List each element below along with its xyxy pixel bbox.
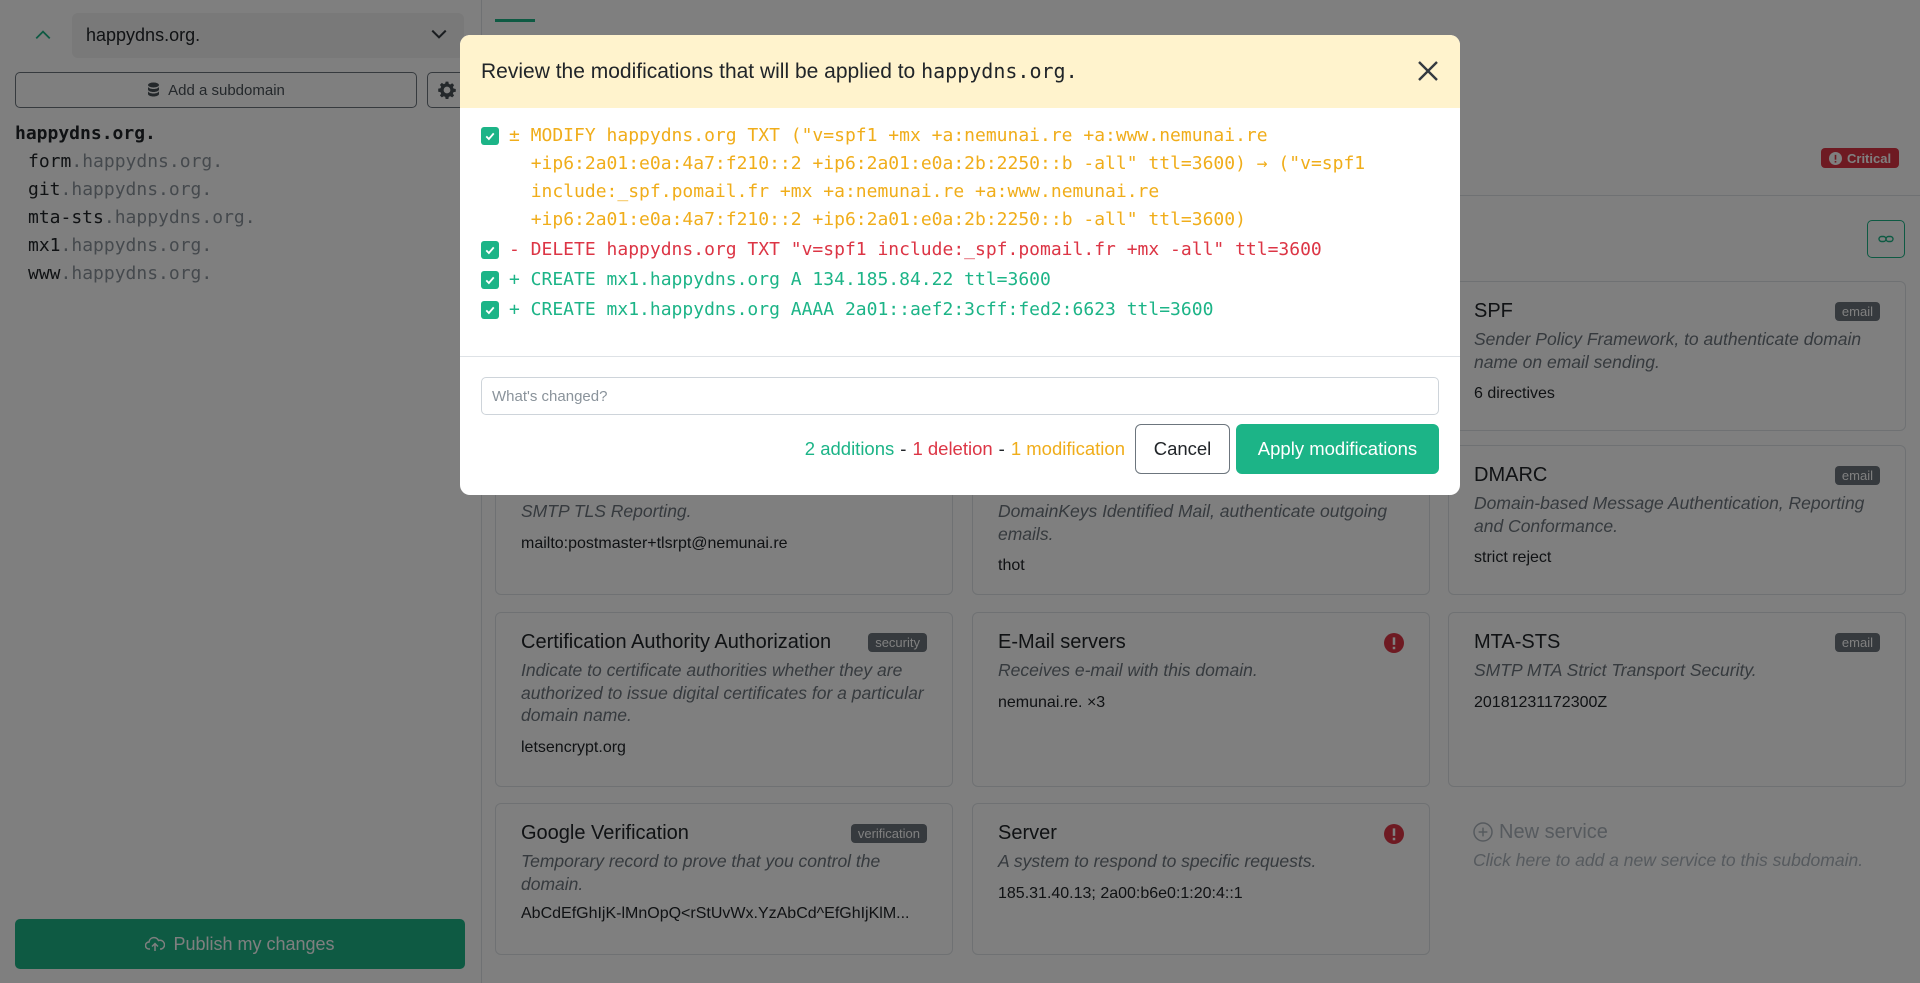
change-checkbox[interactable]	[481, 241, 499, 259]
modifications-count: 1 modification	[1010, 438, 1125, 459]
change-text: ± MODIFY happydns.org TXT ("v=spf1 +mx +…	[509, 125, 1366, 230]
change-text: - DELETE happydns.org TXT "v=spf1 includ…	[509, 239, 1322, 260]
summary-separator: -	[998, 438, 1005, 459]
check-icon	[485, 276, 495, 285]
summary-separator: -	[900, 438, 907, 459]
change-item: + CREATE mx1.happydns.org AAAA 2a01::aef…	[481, 296, 1439, 324]
additions-count: 2 additions	[804, 438, 895, 459]
check-icon	[485, 132, 495, 141]
change-checkbox[interactable]	[481, 301, 499, 319]
modal-divider	[460, 356, 1460, 357]
change-checkbox[interactable]	[481, 127, 499, 145]
change-text: + CREATE mx1.happydns.org AAAA 2a01::aef…	[509, 299, 1214, 320]
deletions-count: 1 deletion	[912, 438, 993, 459]
change-item: ± MODIFY happydns.org TXT ("v=spf1 +mx +…	[481, 122, 1439, 234]
modal-title-domain: happydns.org.	[921, 59, 1078, 83]
check-icon	[485, 246, 495, 255]
modal-header: Review the modifications that will be ap…	[460, 35, 1460, 108]
modal-title: Review the modifications that will be ap…	[481, 59, 1078, 83]
cancel-button[interactable]: Cancel	[1135, 424, 1230, 474]
change-item: + CREATE mx1.happydns.org A 134.185.84.2…	[481, 266, 1439, 294]
close-icon[interactable]	[1416, 59, 1440, 83]
change-text: + CREATE mx1.happydns.org A 134.185.84.2…	[509, 269, 1051, 290]
check-icon	[485, 306, 495, 315]
review-modifications-modal: Review the modifications that will be ap…	[460, 35, 1460, 495]
changes-list: ± MODIFY happydns.org TXT ("v=spf1 +mx +…	[460, 108, 1460, 324]
changes-summary: 2 additions - 1 deletion - 1 modificatio…	[805, 438, 1125, 460]
change-checkbox[interactable]	[481, 271, 499, 289]
change-item: - DELETE happydns.org TXT "v=spf1 includ…	[481, 236, 1439, 264]
apply-modifications-button[interactable]: Apply modifications	[1236, 424, 1439, 474]
commit-message-input[interactable]	[481, 377, 1439, 415]
